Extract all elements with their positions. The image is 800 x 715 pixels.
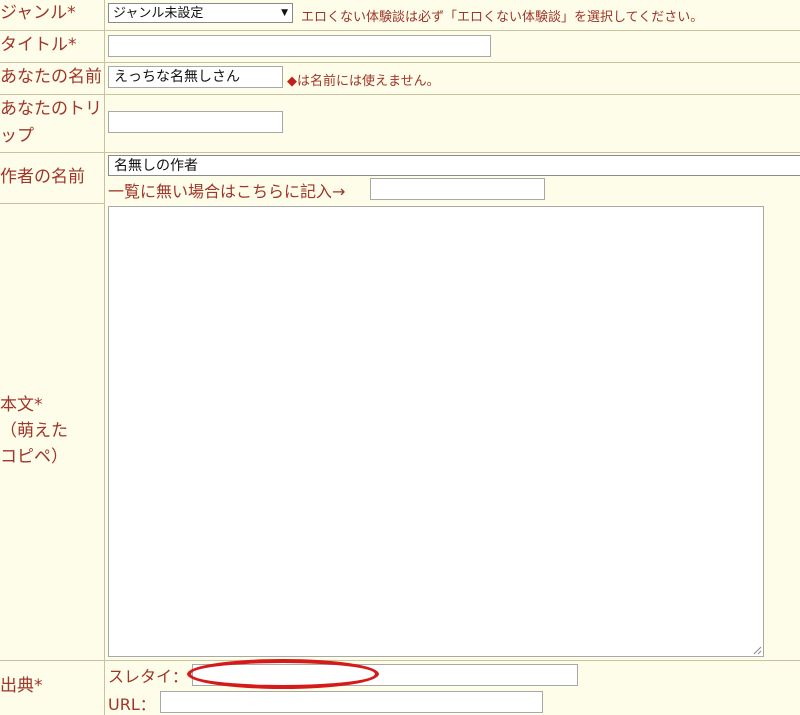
url-label: URL：	[108, 695, 156, 714]
name-input[interactable]: えっちな名無しさん	[108, 66, 283, 88]
body-label-line2: （萌えた	[0, 421, 68, 441]
genre-label: ジャンル*	[0, 3, 76, 23]
row-divider	[0, 30, 800, 31]
annotation-ellipse	[187, 659, 379, 689]
author-select[interactable]: 名無しの作者	[108, 155, 800, 176]
thread-title-label: スレタイ：	[108, 667, 189, 686]
author-label: 作者の名前	[0, 167, 85, 187]
trip-label-line1: あなたのトリ	[0, 99, 102, 119]
row-divider	[0, 152, 800, 153]
dropdown-arrow-icon: ▼	[281, 8, 288, 18]
column-divider	[104, 0, 105, 715]
body-label-line1: 本文*	[0, 395, 43, 415]
url-input[interactable]	[160, 691, 543, 713]
title-label: タイトル*	[0, 35, 77, 55]
row-divider	[0, 203, 104, 204]
diamond-icon: ◆	[287, 74, 297, 89]
trip-input[interactable]	[108, 111, 283, 133]
genre-select[interactable]: ジャンル未設定 ▼	[108, 3, 293, 23]
source-label: 出典*	[0, 676, 43, 696]
body-textarea[interactable]	[108, 206, 764, 657]
row-divider	[0, 94, 800, 95]
genre-selected-value: ジャンル未設定	[113, 6, 204, 21]
resize-handle-icon[interactable]	[753, 646, 762, 655]
row-divider	[0, 660, 800, 661]
author-other-input[interactable]	[370, 178, 545, 200]
body-label-line3: コピペ）	[0, 447, 68, 467]
genre-note: エロくない体験談は必ず「エロくない体験談」を選択してください。	[301, 10, 704, 25]
trip-label-line2: ップ	[0, 126, 34, 146]
title-input[interactable]	[108, 35, 491, 57]
name-label: あなたの名前	[0, 67, 102, 87]
author-other-prompt: 一覧に無い場合はこちらに記入→	[108, 182, 346, 201]
name-note: は名前には使えません。	[297, 74, 440, 89]
row-divider	[0, 62, 800, 63]
